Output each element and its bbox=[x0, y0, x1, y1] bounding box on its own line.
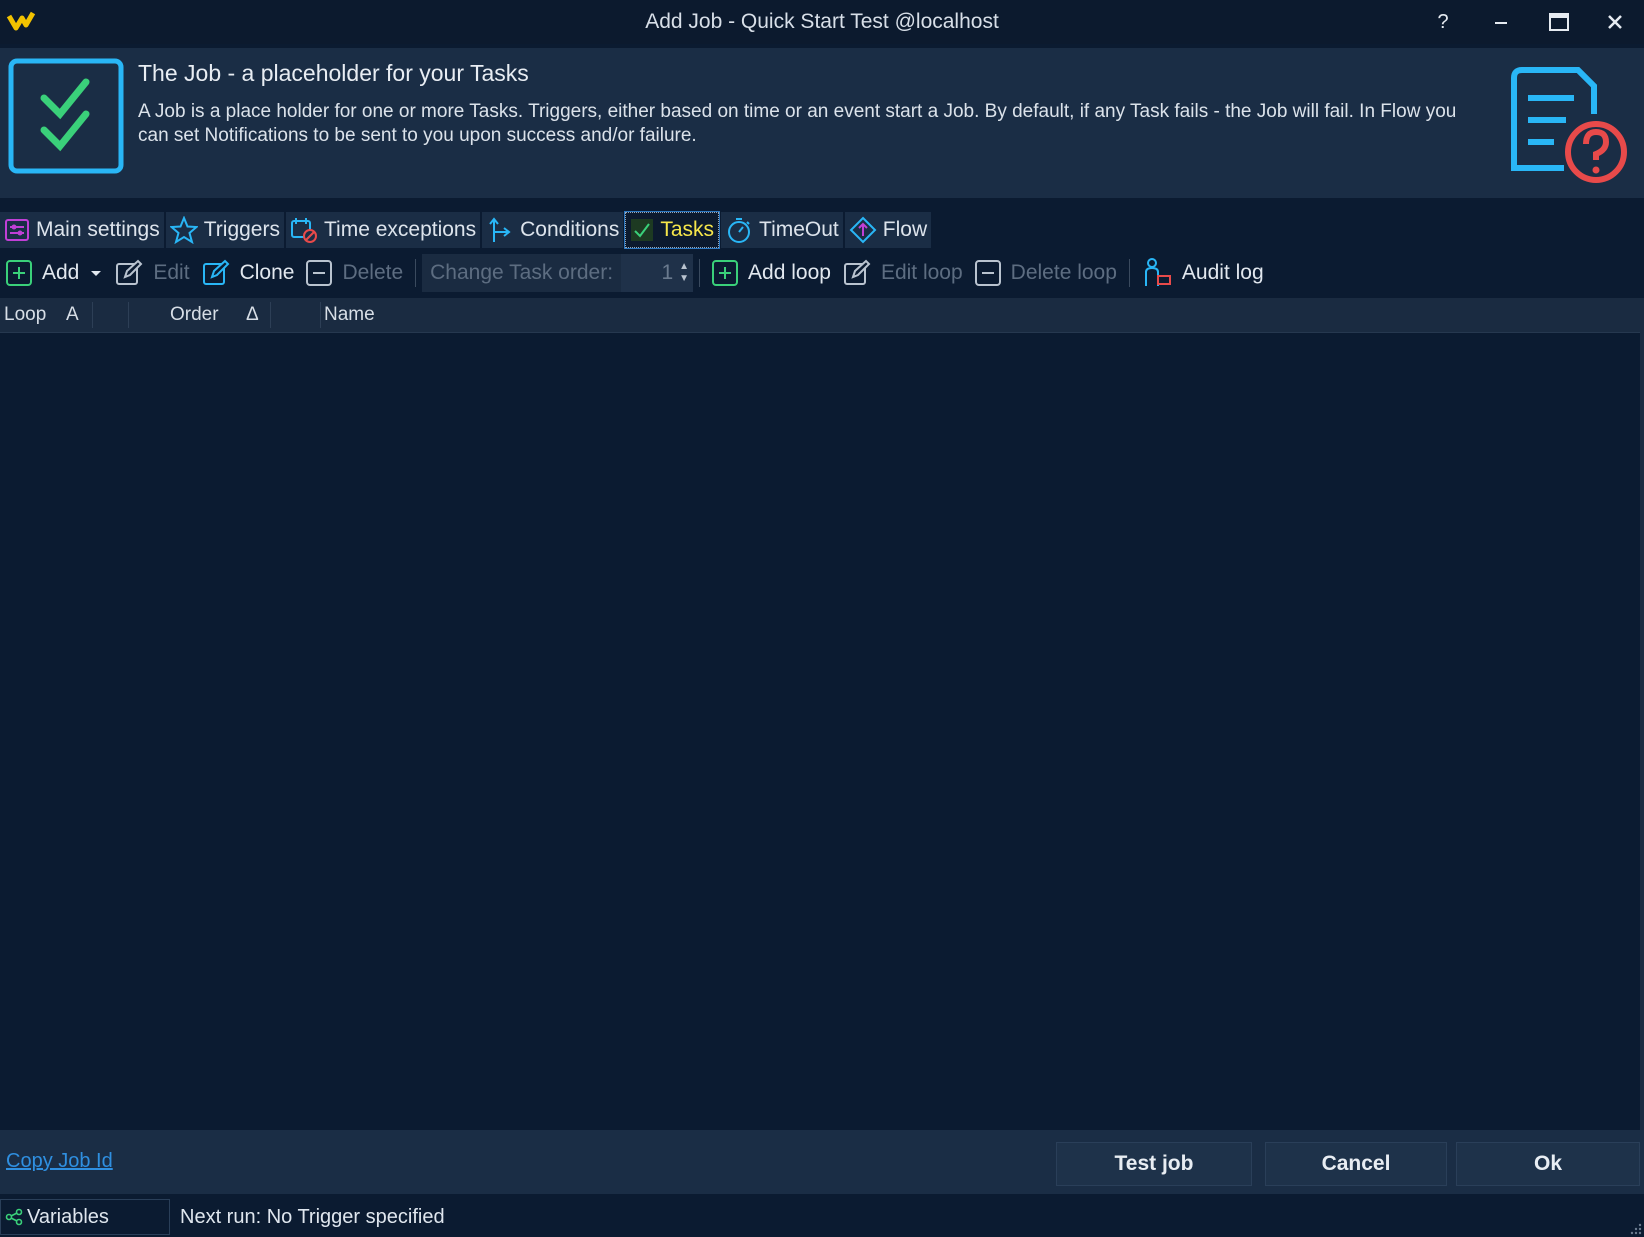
title-bar: Add Job - Quick Start Test @localhost ? bbox=[0, 0, 1644, 44]
clone-task-button[interactable]: Clone bbox=[196, 250, 301, 296]
close-icon bbox=[1608, 15, 1622, 29]
column-loop[interactable]: Loop bbox=[4, 298, 46, 332]
tab-tasks[interactable]: Tasks bbox=[624, 211, 721, 249]
column-divider[interactable] bbox=[270, 302, 271, 328]
header-description: A Job is a place holder for one or more … bbox=[138, 101, 1457, 146]
close-button[interactable] bbox=[1586, 0, 1644, 44]
ok-button[interactable]: Ok bbox=[1456, 1142, 1640, 1186]
clone-icon bbox=[202, 259, 229, 285]
help-button[interactable]: ? bbox=[1414, 0, 1472, 44]
edit-icon bbox=[116, 259, 143, 285]
delete-task-button[interactable]: Delete bbox=[300, 250, 409, 296]
minimize-icon bbox=[1495, 22, 1507, 24]
vertical-scrollbar[interactable] bbox=[1640, 298, 1644, 1130]
tasks-toolbar: Add Edit Clone Delete Change Task order:… bbox=[0, 250, 1644, 296]
tab-conditions[interactable]: Conditions bbox=[482, 212, 624, 248]
add-label: Add bbox=[42, 261, 80, 284]
spin-down-icon[interactable]: ▼ bbox=[679, 273, 689, 285]
order-sort-indicator[interactable]: Δ bbox=[246, 298, 259, 332]
add-loop-label: Add loop bbox=[748, 261, 831, 284]
window-title: Add Job - Quick Start Test @localhost bbox=[645, 10, 999, 33]
tasks-grid-body[interactable] bbox=[0, 333, 1640, 1128]
column-name[interactable]: Name bbox=[324, 298, 375, 332]
audit-log-label: Audit log bbox=[1181, 261, 1264, 284]
tab-label: Time exceptions bbox=[323, 218, 477, 241]
calendar-cancel-icon bbox=[290, 218, 317, 243]
resize-grip-icon[interactable] bbox=[1628, 1221, 1642, 1235]
tab-main-settings[interactable]: Main settings bbox=[0, 212, 164, 248]
copy-job-id-link[interactable]: Copy Job Id bbox=[6, 1150, 113, 1173]
toolbar-separator bbox=[415, 259, 417, 287]
plus-icon bbox=[712, 260, 739, 286]
maximize-icon bbox=[1549, 13, 1569, 31]
dropdown-arrow-icon[interactable] bbox=[89, 268, 103, 278]
clone-label: Clone bbox=[239, 261, 295, 284]
delete-label: Delete bbox=[342, 261, 404, 284]
edit-icon bbox=[843, 259, 871, 285]
minus-icon bbox=[974, 260, 1001, 286]
job-info-panel: The Job - a placeholder for your Tasks A… bbox=[0, 48, 1644, 198]
check-icon bbox=[631, 219, 654, 241]
tab-flow[interactable]: Flow bbox=[844, 212, 932, 248]
conditions-icon bbox=[489, 217, 511, 242]
order-value: 1 bbox=[661, 261, 674, 284]
tab-label: TimeOut bbox=[759, 218, 839, 241]
job-checklist-icon bbox=[8, 58, 124, 174]
column-order[interactable]: Order bbox=[170, 298, 219, 332]
edit-task-button[interactable]: Edit bbox=[109, 250, 195, 296]
app-logo-icon bbox=[6, 11, 36, 31]
variables-label: Variables bbox=[27, 1205, 109, 1228]
variables-button[interactable]: Variables bbox=[0, 1199, 170, 1235]
minus-icon bbox=[306, 260, 333, 286]
stopwatch-icon bbox=[728, 218, 751, 243]
column-divider[interactable] bbox=[320, 302, 321, 328]
task-order-spinner[interactable]: 1 ▲ ▼ bbox=[621, 254, 694, 292]
plus-icon bbox=[6, 260, 32, 286]
document-help-icon bbox=[1511, 67, 1627, 183]
audit-log-button[interactable]: Audit log bbox=[1136, 250, 1270, 296]
variables-icon bbox=[5, 1208, 23, 1226]
header-title: The Job - a placeholder for your Tasks bbox=[138, 60, 529, 86]
spinner-arrows[interactable]: ▲ ▼ bbox=[679, 261, 689, 285]
delete-loop-label: Delete loop bbox=[1010, 261, 1117, 284]
tab-timeout[interactable]: TimeOut bbox=[721, 212, 843, 248]
spin-up-icon[interactable]: ▲ bbox=[679, 261, 689, 273]
diamond-icon bbox=[849, 216, 877, 244]
edit-loop-button[interactable]: Edit loop bbox=[837, 250, 969, 296]
audit-log-icon bbox=[1144, 258, 1171, 286]
loop-sort-indicator[interactable]: A bbox=[66, 298, 79, 332]
status-bar: Variables Next run: No Trigger specified bbox=[0, 1199, 1644, 1237]
dialog-footer: Copy Job Id Test job Cancel Ok bbox=[0, 1130, 1644, 1194]
change-order-label: Change Task order: bbox=[430, 261, 614, 284]
test-job-button[interactable]: Test job bbox=[1056, 1142, 1252, 1186]
minimize-button[interactable] bbox=[1472, 0, 1530, 44]
toolbar-separator bbox=[699, 259, 701, 287]
tab-label: Flow bbox=[882, 218, 928, 241]
edit-label: Edit bbox=[153, 261, 190, 284]
tab-triggers[interactable]: Triggers bbox=[165, 212, 284, 248]
tab-label: Tasks bbox=[660, 218, 715, 241]
tab-label: Main settings bbox=[36, 218, 160, 241]
edit-loop-label: Edit loop bbox=[880, 261, 963, 284]
column-divider[interactable] bbox=[92, 302, 93, 328]
tab-bar: Main settings Triggers Time exceptions C… bbox=[0, 211, 933, 249]
add-loop-button[interactable]: Add loop bbox=[706, 250, 837, 296]
add-task-button[interactable]: Add bbox=[0, 250, 109, 296]
tab-time-exceptions[interactable]: Time exceptions bbox=[285, 212, 481, 248]
star-icon bbox=[169, 216, 198, 244]
toolbar-separator bbox=[1128, 259, 1130, 287]
tab-label: Conditions bbox=[520, 218, 620, 241]
column-divider[interactable] bbox=[128, 302, 129, 328]
cancel-button[interactable]: Cancel bbox=[1265, 1142, 1447, 1186]
settings-icon bbox=[5, 219, 29, 241]
change-task-order: Change Task order: bbox=[422, 254, 622, 292]
next-run-status: Next run: No Trigger specified bbox=[180, 1206, 445, 1228]
tab-label: Triggers bbox=[203, 218, 280, 241]
maximize-button[interactable] bbox=[1530, 0, 1588, 44]
delete-loop-button[interactable]: Delete loop bbox=[969, 250, 1123, 296]
tasks-grid-header: Loop A Order Δ Name bbox=[0, 298, 1640, 333]
